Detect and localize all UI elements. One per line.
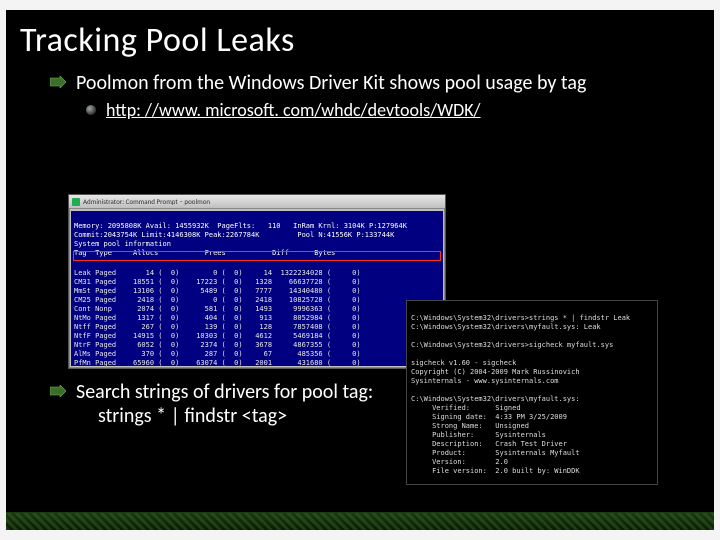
poolmon-header1: Memory: 2095808K Avail: 1455932K PageFlt… xyxy=(74,222,407,230)
slide-title: Tracking Pool Leaks xyxy=(6,10,714,67)
poolmon-header3: System pool information xyxy=(74,240,171,248)
arrow-bullet-icon xyxy=(50,385,66,397)
cmd-line: sigcheck v1.60 - sigcheck xyxy=(411,359,516,367)
bullet-1: Poolmon from the Windows Driver Kit show… xyxy=(50,71,670,95)
bullet-1-sub: http: //www. microsoft. com/whdc/devtool… xyxy=(50,99,670,121)
poolmon-row: MmSt Paged 13106 ( 0) 5489 ( 0) 7777 143… xyxy=(74,287,361,295)
cmd-line: Description: Crash Test Driver xyxy=(411,440,567,448)
wdk-link[interactable]: http: //www. microsoft. com/whdc/devtool… xyxy=(106,99,481,121)
poolmon-window: Administrator: Command Prompt – poolmon … xyxy=(68,194,446,369)
cmd-line: C:\Windows\System32\drivers\myfault.sys: xyxy=(411,395,580,403)
poolmon-row: PfMn Paged 65960 ( 0) 63074 ( 0) 2001 43… xyxy=(74,359,361,366)
poolmon-row: Leak Paged 14 ( 0) 0 ( 0) 14 1322234028 … xyxy=(74,269,361,277)
bullet-2-cmd: strings * | findstr <tag> xyxy=(98,404,390,428)
cmd-icon xyxy=(72,198,80,206)
poolmon-client: Memory: 2095808K Avail: 1455932K PageFlt… xyxy=(71,211,443,366)
cmd-line: C:\Windows\System32\drivers>strings * | … xyxy=(411,314,630,322)
poolmon-header2: Commit:2043754K Limit:4146308K Peak:2267… xyxy=(74,231,394,239)
poolmon-row: NtrF Paged 6052 ( 0) 2374 ( 0) 3678 4867… xyxy=(74,341,361,349)
poolmon-row: NtMo Paged 1317 ( 0) 404 ( 0) 913 805298… xyxy=(74,314,361,322)
cmd-line: Strong Name: Unsigned xyxy=(411,422,529,430)
poolmon-row: NtfF Paged 14915 ( 0) 10303 ( 0) 4612 54… xyxy=(74,332,361,340)
poolmon-row: Cont Nonp 2074 ( 0) 581 ( 0) 1493 999636… xyxy=(74,305,361,313)
bullet-1-text: Poolmon from the Windows Driver Kit show… xyxy=(76,71,586,95)
bullet-2-text: Search strings of drivers for pool tag: xyxy=(76,380,373,404)
poolmon-row: CM25 Paged 2418 ( 0) 0 ( 0) 2418 1082572… xyxy=(74,296,361,304)
cmd-line: Sysinternals - www.sysinternals.com xyxy=(411,377,559,385)
slide: Tracking Pool Leaks Poolmon from the Win… xyxy=(6,10,714,530)
cmd-line: C:\Windows\System32\drivers>sigcheck myf… xyxy=(411,341,613,349)
cmd-line: Version: 2.0 xyxy=(411,458,508,466)
poolmon-titlebar: Administrator: Command Prompt – poolmon xyxy=(69,195,445,209)
arrow-bullet-icon xyxy=(50,76,66,88)
cmd-line: Signing date: 4:33 PM 3/25/2009 xyxy=(411,413,567,421)
poolmon-title-text: Administrator: Command Prompt – poolmon xyxy=(83,197,210,206)
cmd-line: Verified: Signed xyxy=(411,404,521,412)
poolmon-rows: Leak Paged 14 ( 0) 0 ( 0) 14 1322234028 … xyxy=(74,260,440,366)
poolmon-row: CM31 Paged 18551 ( 0) 17223 ( 0) 1328 66… xyxy=(74,278,361,286)
cmd-line: Copyright (C) 2004-2009 Mark Russinovich xyxy=(411,368,580,376)
cmd-line: Publisher: Sysinternals xyxy=(411,431,546,439)
poolmon-cols: Tag Type Allocs Frees Diff Bytes xyxy=(74,249,335,257)
bullet-2-block: Search strings of drivers for pool tag: … xyxy=(50,380,390,432)
cmd-line: Product: Sysinternals Myfault xyxy=(411,449,580,457)
cmd-line: C:\Windows\System32\drivers\myfault.sys:… xyxy=(411,323,601,331)
circle-bullet-icon xyxy=(86,105,96,115)
slide-body: Poolmon from the Windows Driver Kit show… xyxy=(6,67,714,121)
footer-accent xyxy=(6,512,714,530)
sigcheck-window: C:\Windows\System32\drivers>strings * | … xyxy=(406,300,658,485)
bullet-2: Search strings of drivers for pool tag: … xyxy=(50,380,390,428)
poolmon-row: Ntff Paged 267 ( 0) 139 ( 0) 128 7857408… xyxy=(74,323,361,331)
cmd-line: File version: 2.0 built by: WinDDK xyxy=(411,467,580,475)
poolmon-row: AlMs Paged 370 ( 0) 287 ( 0) 67 485356 (… xyxy=(74,350,361,358)
